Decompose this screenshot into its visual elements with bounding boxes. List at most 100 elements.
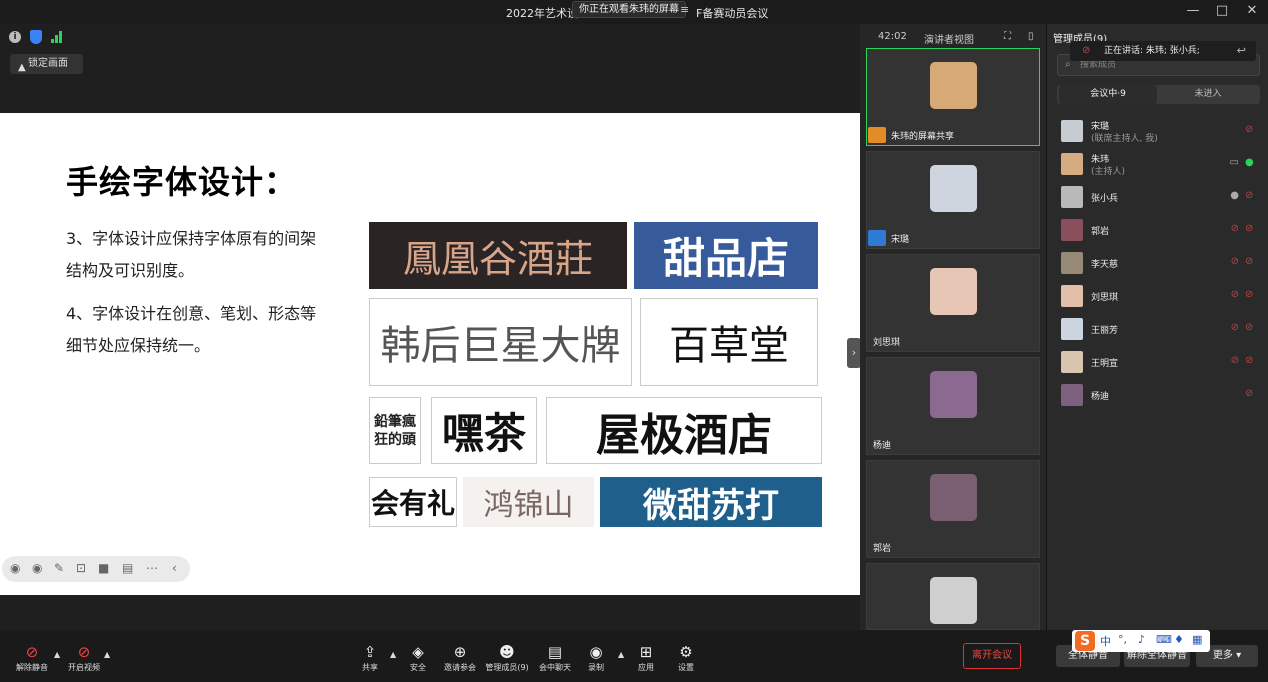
ime-mode[interactable]: 中: [1100, 633, 1111, 649]
camera-off-icon: ⊘: [77, 643, 91, 661]
capture-icon[interactable]: ⊡: [76, 561, 86, 575]
participant-row[interactable]: 刘思琪 ⊘ ⊘: [1047, 279, 1268, 312]
leave-meeting-button[interactable]: 离开会议: [963, 643, 1021, 669]
invite-button[interactable]: ⊕ 邀请参会: [440, 642, 480, 673]
participant-row[interactable]: 王明宣 ⊘ ⊘: [1047, 345, 1268, 378]
security-button[interactable]: ◈ 安全: [406, 642, 430, 673]
start-video-label: 开启视频: [68, 663, 100, 672]
collapse-video-panel-tab[interactable]: ›: [847, 338, 861, 368]
video-tile[interactable]: [866, 563, 1040, 630]
mic-muted-icon[interactable]: ⊘: [1231, 256, 1239, 267]
participant-avatar: [930, 165, 977, 212]
share-menu-icon[interactable]: ≡: [680, 3, 689, 16]
lock-view-button[interactable]: ▲ 锁定画面: [10, 54, 83, 74]
share-icon: ⇪: [363, 643, 377, 661]
tab-in-meeting[interactable]: 会议中·9: [1059, 85, 1157, 104]
chat-button[interactable]: ▤ 会中聊天: [536, 642, 574, 673]
video-tile[interactable]: 郭岩: [866, 460, 1040, 558]
camera-off-icon[interactable]: ⊘: [1245, 190, 1255, 202]
maximize-icon[interactable]: □: [1210, 3, 1234, 18]
participant-row[interactable]: 王丽芳 ⊘ ⊘: [1047, 312, 1268, 345]
window-title-suffix: F备赛动员会议: [696, 7, 769, 20]
ime-toolbar[interactable]: S 中 °, ♪ ⌨ ♦ ▦: [1072, 630, 1210, 652]
participant-row[interactable]: 李天慈 ⊘ ⊘: [1047, 246, 1268, 279]
font-sample-hongjinshan: 鸿锦山: [463, 477, 594, 527]
caret-up-icon[interactable]: ▲: [54, 650, 60, 659]
voice-icon[interactable]: ♪: [1138, 633, 1145, 646]
apps-label: 应用: [638, 663, 654, 672]
apps-button[interactable]: ⊞ 应用: [634, 642, 658, 673]
video-gallery: 42:02 演讲者视图 ⛶ ▯ 朱玮的屏幕共享 宋璐 刘思琪 杨迪 郭岩: [860, 24, 1046, 630]
skin-icon[interactable]: ♦: [1174, 633, 1184, 646]
fullscreen-icon[interactable]: ⛶: [1004, 31, 1011, 42]
video-tile[interactable]: 宋璐: [866, 151, 1040, 249]
redo-icon[interactable]: ◉: [32, 561, 42, 575]
camera-icon[interactable]: ■: [98, 561, 109, 575]
toolbox-icon[interactable]: ▦: [1192, 633, 1202, 646]
caret-up-icon[interactable]: ▲: [390, 650, 396, 659]
video-tile-name: 朱玮的屏幕共享: [891, 132, 955, 142]
network-signal-icon[interactable]: [51, 30, 63, 43]
mic-on-icon[interactable]: ●: [1245, 157, 1255, 169]
participant-row[interactable]: 宋璐 (联席主持人, 我) ⊘: [1047, 114, 1268, 147]
camera-off-icon[interactable]: ⊘: [1245, 289, 1255, 301]
video-tile[interactable]: 杨迪: [866, 357, 1040, 455]
caret-up-icon[interactable]: ▲: [104, 650, 110, 659]
video-tile[interactable]: 刘思琪: [866, 254, 1040, 352]
layout-icon[interactable]: ▯: [1028, 31, 1034, 42]
security-label: 安全: [410, 663, 426, 672]
mic-muted-icon[interactable]: ⊘: [1245, 124, 1255, 136]
mic-muted-icon[interactable]: ⊘: [1231, 223, 1239, 234]
video-tile[interactable]: 朱玮的屏幕共享: [866, 48, 1040, 146]
camera-off-icon[interactable]: ⊘: [1245, 355, 1255, 367]
keyboard-icon[interactable]: ⌨: [1156, 633, 1172, 646]
meeting-timer: 42:02: [878, 31, 907, 42]
camera-off-icon[interactable]: ⊘: [1245, 223, 1255, 235]
camera-off-icon[interactable]: ⊘: [1245, 322, 1255, 334]
undo-icon[interactable]: ◉: [10, 561, 20, 575]
mic-muted-icon[interactable]: ⊘: [1231, 355, 1239, 366]
collapse-icon[interactable]: ‹: [172, 561, 177, 575]
font-sample-heicha: 嘿茶: [431, 397, 537, 464]
manage-members-button[interactable]: ☻ 管理成员(9): [484, 642, 530, 673]
screen-share-icon[interactable]: ▭: [1230, 157, 1239, 168]
camera-off-icon[interactable]: ⊘: [1245, 256, 1255, 268]
speaking-text: 正在讲话: 朱玮; 张小兵;: [1104, 46, 1200, 56]
share-button[interactable]: ⇪ 共享: [356, 642, 384, 673]
unmute-button[interactable]: ⊘ 解除静音: [14, 642, 50, 673]
minimize-icon[interactable]: —: [1181, 3, 1205, 18]
caret-up-icon[interactable]: ▲: [618, 650, 624, 659]
annotation-toolbar[interactable]: ◉ ◉ ✎ ⊡ ■ ▤ ⋯ ‹: [2, 556, 190, 582]
start-video-button[interactable]: ⊘ 开启视频: [66, 642, 102, 673]
video-toolbar: 42:02 演讲者视图 ⛶ ▯: [860, 24, 1046, 50]
mic-muted-icon[interactable]: ⊘: [1231, 289, 1239, 300]
comment-icon[interactable]: ▤: [122, 561, 133, 575]
mic-muted-icon[interactable]: ⊘: [1231, 322, 1239, 333]
pen-icon[interactable]: ✎: [54, 561, 64, 575]
participant-row[interactable]: 杨迪 ⊘: [1047, 378, 1268, 411]
reply-icon[interactable]: ↩: [1237, 41, 1246, 61]
punctuation-icon[interactable]: °,: [1118, 633, 1127, 646]
share-status-pill[interactable]: 你正在观看朱玮的屏幕: [572, 1, 686, 18]
close-icon[interactable]: ✕: [1240, 3, 1264, 18]
view-mode-button[interactable]: 演讲者视图: [924, 31, 974, 46]
participants-panel: 管理成员(9) ⌕ 搜索成员 会议中·9 未进入 宋璐 (联席主持人, 我) ⊘…: [1046, 24, 1268, 630]
participant-avatar: [930, 577, 977, 624]
more-icon[interactable]: ⋯: [146, 561, 158, 575]
participant-avatar: [1061, 318, 1083, 340]
record-label: 录制: [588, 663, 604, 672]
mic-idle-icon[interactable]: ●: [1230, 190, 1239, 201]
participant-row[interactable]: 朱玮 (主持人) ▭ ●: [1047, 147, 1268, 180]
record-button[interactable]: ◉ 录制: [584, 642, 608, 673]
tab-not-joined[interactable]: 未进入: [1159, 85, 1257, 104]
slide-point-4: 4、字体设计在创意、笔划、形态等细节处应保持统一。: [66, 304, 317, 355]
mic-muted-icon[interactable]: ⊘: [1245, 388, 1255, 400]
participant-row[interactable]: 张小兵 ● ⊘: [1047, 180, 1268, 213]
participant-row[interactable]: 郭岩 ⊘ ⊘: [1047, 213, 1268, 246]
info-icon[interactable]: i: [9, 31, 21, 43]
font-sample-dessert: 甜品店: [634, 222, 818, 289]
settings-button[interactable]: ⚙ 设置: [674, 642, 698, 673]
video-tile-name: 刘思琪: [873, 338, 901, 348]
apps-icon: ⊞: [639, 643, 653, 661]
security-shield-icon[interactable]: [30, 30, 42, 44]
